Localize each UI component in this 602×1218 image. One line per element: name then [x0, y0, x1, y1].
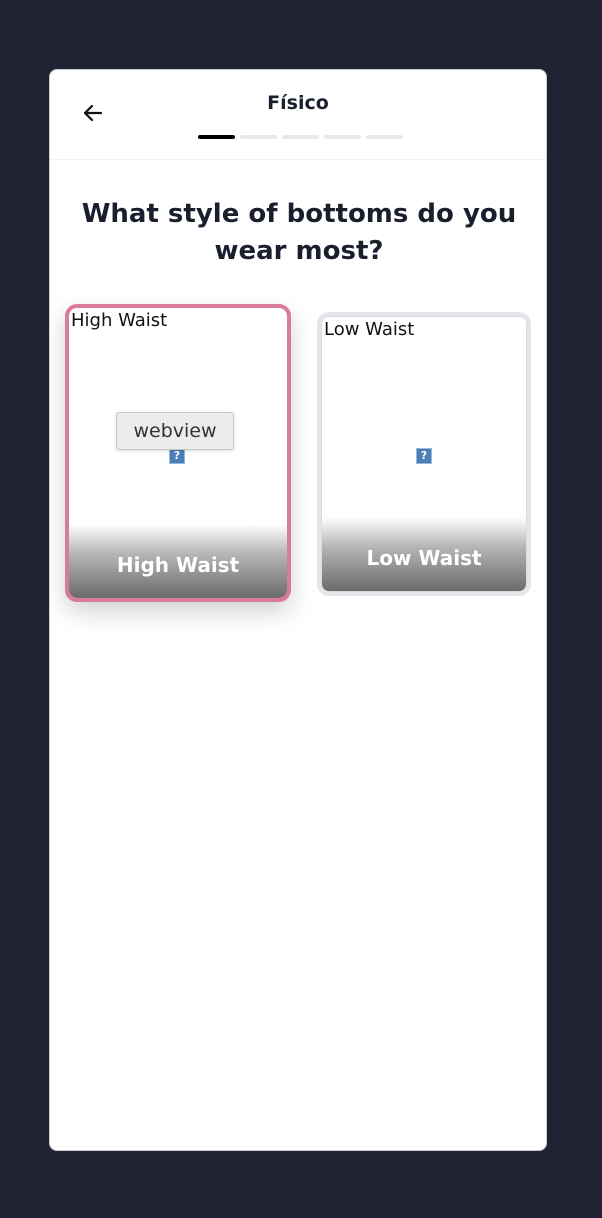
broken-image-icon: ?	[169, 448, 185, 464]
progress-step-1	[198, 135, 235, 139]
option-image-area: Low Waist ? Low Waist	[321, 316, 527, 592]
progress-indicator	[198, 135, 408, 139]
webview-tooltip: webview	[116, 412, 234, 450]
progress-step-5	[366, 135, 403, 139]
option-image-area: High Waist ? High Waist	[69, 308, 287, 598]
page-title: Físico	[267, 92, 329, 114]
progress-step-4	[324, 135, 361, 139]
option-footer: High Waist	[69, 524, 287, 598]
header: Físico	[50, 70, 546, 160]
app-screen: Físico What style of bottoms do you wear…	[49, 69, 547, 1151]
option-image-alt-text: High Waist	[71, 310, 168, 331]
option-footer: Low Waist	[322, 517, 526, 591]
option-image-alt-text: Low Waist	[324, 319, 415, 340]
option-low-waist[interactable]: Low Waist ? Low Waist	[317, 312, 531, 596]
broken-image-icon: ?	[416, 448, 432, 464]
question-heading: What style of bottoms do you wear most?	[81, 199, 517, 266]
option-high-waist[interactable]: High Waist ? High Waist	[65, 304, 291, 602]
progress-step-2	[240, 135, 277, 139]
option-label: High Waist	[116, 553, 240, 577]
progress-step-3	[282, 135, 319, 139]
option-label: Low Waist	[366, 546, 482, 570]
